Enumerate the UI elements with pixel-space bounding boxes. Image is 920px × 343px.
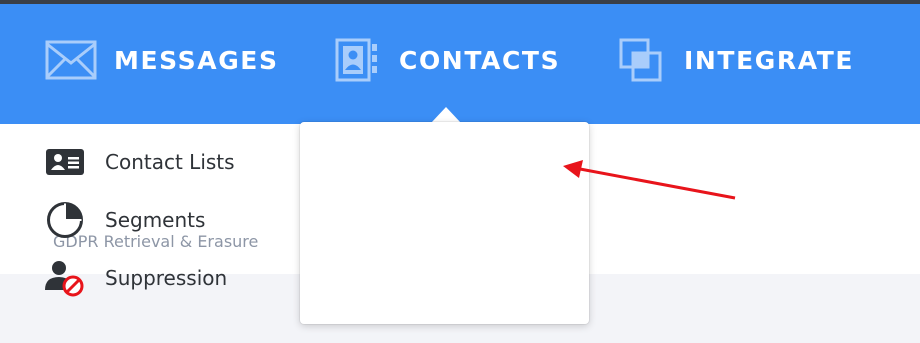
nav-item-contacts[interactable]: CONTACTS — [330, 38, 560, 82]
menu-item-label: Segments — [105, 208, 206, 232]
nav-label-messages: MESSAGES — [114, 45, 279, 75]
menu-item-suppression[interactable]: Suppression — [0, 253, 289, 303]
pie-chart-icon — [45, 200, 85, 240]
nav-item-integrate[interactable]: INTEGRATE — [615, 38, 854, 82]
dropdown-caret — [431, 107, 461, 123]
nav-label-integrate: INTEGRATE — [684, 45, 855, 75]
menu-item-label: Suppression — [105, 266, 228, 290]
nav-label-contacts: CONTACTS — [399, 45, 561, 75]
menu-item-contact-lists[interactable]: Contact Lists — [0, 137, 289, 187]
contacts-dropdown-menu — [300, 122, 589, 324]
menu-item-label: Contact Lists — [105, 150, 235, 174]
overlapping-squares-icon — [615, 38, 667, 82]
envelope-icon — [45, 38, 97, 82]
nav-item-messages[interactable]: MESSAGES — [45, 38, 279, 82]
address-book-icon — [330, 38, 382, 82]
id-card-icon — [45, 142, 85, 182]
menu-item-segments[interactable]: Segments — [0, 195, 289, 245]
user-blocked-icon — [45, 258, 85, 298]
